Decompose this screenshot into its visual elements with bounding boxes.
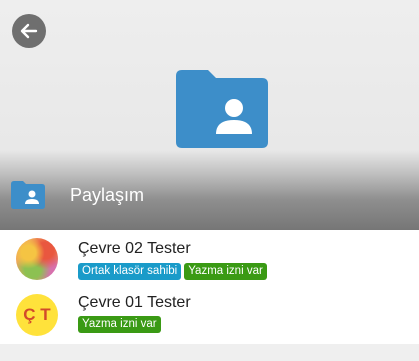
folder-header: Paylaşım xyxy=(0,0,419,230)
write-permission-badge: Yazma izni var xyxy=(184,263,267,280)
member-name: Çevre 02 Tester xyxy=(78,240,191,257)
badge-group: Yazma izni var xyxy=(78,316,161,333)
list-item[interactable]: Çevre 02 Tester Ortak klasör sahibi Yazm… xyxy=(0,232,419,286)
member-name: Çevre 01 Tester xyxy=(78,294,191,311)
bottom-divider xyxy=(0,344,419,361)
avatar xyxy=(16,238,58,280)
badge-group: Ortak klasör sahibi Yazma izni var xyxy=(78,263,267,280)
arrow-left-icon xyxy=(20,23,38,39)
share-section-header: Paylaşım xyxy=(0,175,419,215)
member-list: Çevre 02 Tester Ortak klasör sahibi Yazm… xyxy=(0,230,419,344)
section-title: Paylaşım xyxy=(70,184,145,205)
avatar: Ç T xyxy=(16,294,58,336)
shared-folder-icon xyxy=(176,70,268,148)
shared-folder-icon xyxy=(11,181,45,209)
owner-badge: Ortak klasör sahibi xyxy=(78,263,182,280)
list-item[interactable]: Ç T Çevre 01 Tester Yazma izni var xyxy=(0,288,419,342)
back-button[interactable] xyxy=(12,14,46,48)
write-permission-badge: Yazma izni var xyxy=(78,316,161,333)
